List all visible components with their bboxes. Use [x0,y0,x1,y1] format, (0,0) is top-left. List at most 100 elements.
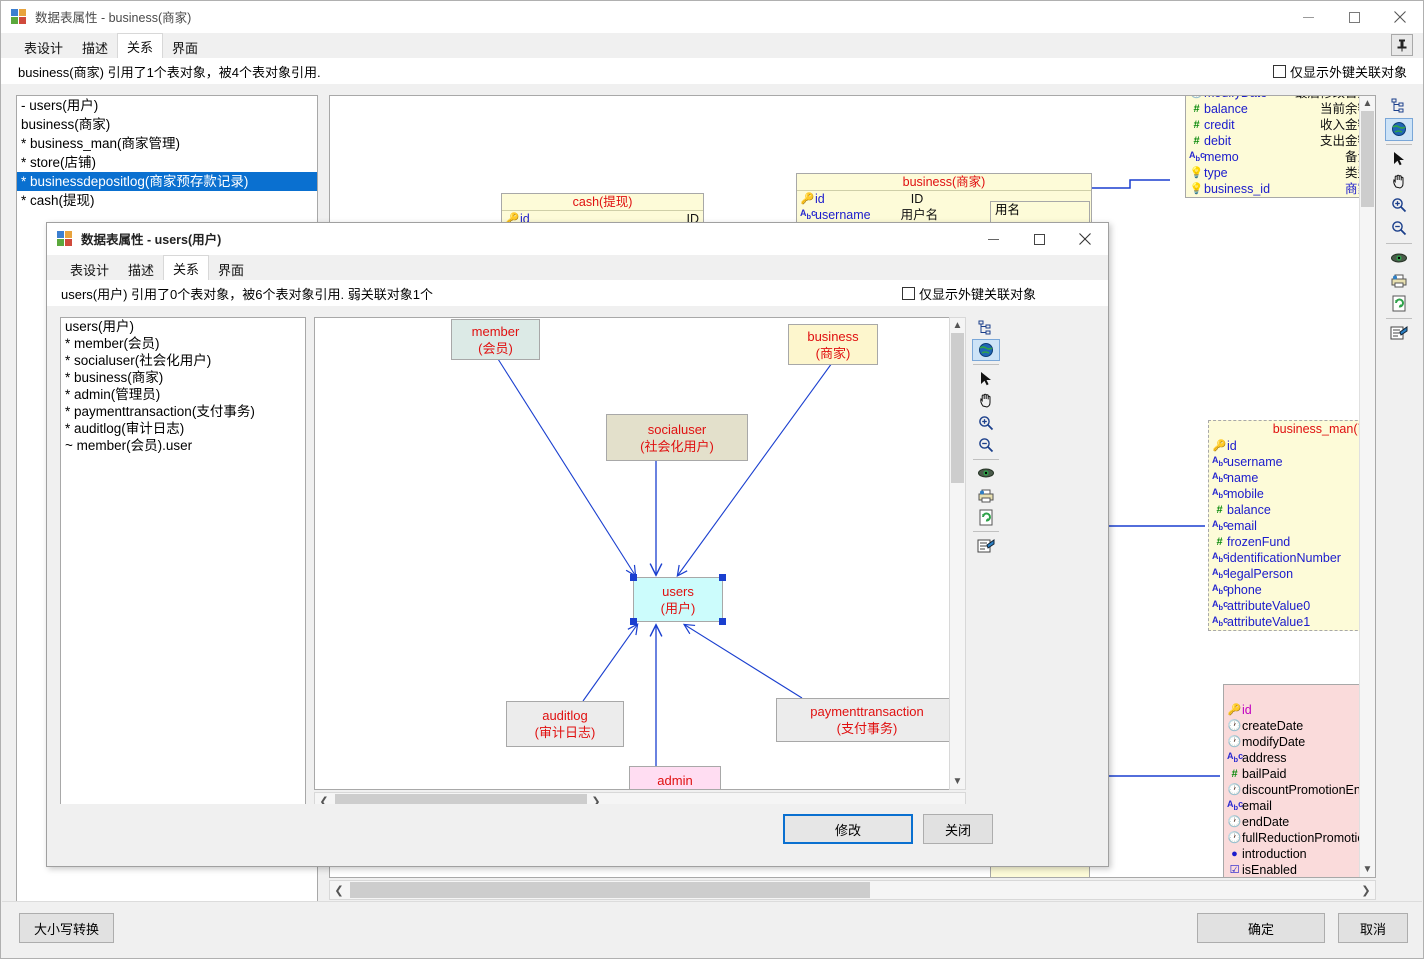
tab-description[interactable]: 描述 [72,36,118,58]
tab-interface[interactable]: 界面 [162,36,208,58]
zoom-out-icon[interactable] [1385,217,1413,240]
er-field: Abc memo 备注 [1186,149,1374,165]
hand-icon[interactable] [972,390,1000,412]
tree-item[interactable]: * business(商家) [61,369,305,386]
printer-icon[interactable] [1385,269,1413,292]
er-table-title: s [1224,685,1375,702]
dialog-close-button[interactable]: 关闭 [923,814,993,844]
tree-layout-icon[interactable] [972,317,1000,339]
scroll-up-icon[interactable]: ▲ [1363,98,1373,109]
tree-item[interactable]: * auditlog(审计日志) [61,420,305,437]
cancel-button[interactable]: 取消 [1338,913,1408,943]
tab-relations[interactable]: 关系 [163,255,210,280]
app-icon [11,8,27,25]
case-convert-button[interactable]: 大小写转换 [19,913,114,943]
diagram-node-paymenttransaction[interactable]: paymenttransaction (支付事务) [776,698,958,742]
tab-interface[interactable]: 界面 [208,258,254,280]
dialog-fk-filter-checkbox[interactable]: 仅显示外键关联对象 [901,284,1036,303]
scroll-down-icon[interactable]: ▼ [1363,864,1373,875]
tree-item[interactable]: users(用户) [61,318,305,335]
tree-item[interactable]: * socialuser(社会化用户) [61,352,305,369]
scroll-thumb[interactable] [1361,111,1374,207]
pointer-icon[interactable] [1385,148,1413,171]
dialog-relations-tree[interactable]: users(用户) * member(会员) * socialuser(社会化用… [60,317,306,810]
date-icon: 🕐 [1227,816,1242,828]
pointer-icon[interactable] [972,368,1000,390]
globe-icon[interactable] [1385,117,1413,142]
minimize-icon[interactable] [970,223,1016,255]
tree-layout-icon[interactable] [1385,95,1413,118]
node-name: users [662,583,694,599]
tab-table-design[interactable]: 表设计 [14,36,73,58]
er-field: # balance 当前余额 [1186,101,1374,117]
tree-item[interactable]: * paymenttransaction(支付事务) [61,403,305,420]
eye-icon[interactable] [972,463,1000,485]
close-icon[interactable] [1062,223,1108,255]
scroll-down-icon[interactable]: ▼ [953,776,963,787]
zoom-out-icon[interactable] [972,434,1000,456]
er-field: Abc mobile [1209,486,1372,502]
globe-icon[interactable] [972,338,1000,362]
maximize-icon[interactable] [1331,1,1377,33]
ok-button[interactable]: 确定 [1197,913,1325,943]
er-field: 🔑 id [1212,439,1237,453]
main-canvas-hscrollbar[interactable]: ❮ ❯ [329,880,1376,900]
maximize-icon[interactable] [1016,223,1062,255]
er-field: Abc address [1224,750,1375,766]
resize-handle[interactable] [719,618,726,625]
scroll-left-icon[interactable]: ❮ [330,884,348,897]
hand-icon[interactable] [1385,171,1413,194]
tab-table-design[interactable]: 表设计 [60,258,119,280]
scroll-thumb[interactable] [951,333,964,483]
refresh-icon[interactable] [972,506,1000,528]
er-table-businessdepositlog[interactable]: 🕐 modifyDate 最后修改日期 # balance 当前余额 # cre… [1185,96,1375,198]
er-field: # debit 支出金额 [1186,133,1374,149]
zoom-in-icon[interactable] [1385,194,1413,217]
resize-handle[interactable] [630,618,637,625]
properties-icon[interactable] [972,535,1000,557]
tree-item[interactable]: business(商家) [17,115,317,134]
tab-relations[interactable]: 关系 [117,33,164,58]
resize-handle[interactable] [630,574,637,581]
node-name: admin [657,772,693,788]
tree-item[interactable]: * cash(提现) [17,191,317,210]
er-field: Abc identificationNumber [1209,550,1372,566]
scroll-thumb[interactable] [350,882,870,898]
tree-item[interactable]: ~ member(会员).user [61,437,305,454]
zoom-in-icon[interactable] [972,412,1000,434]
eye-icon[interactable] [1385,246,1413,269]
modify-button[interactable]: 修改 [783,814,913,844]
tree-item[interactable]: * member(会员) [61,335,305,352]
diagram-node-admin[interactable]: admin (管理员) [629,766,721,789]
main-canvas-vscrollbar[interactable]: ▲ ▼ [1359,96,1375,877]
refresh-icon[interactable] [1385,292,1413,315]
dialog-er-canvas[interactable]: member (会员) business (商家) socialuser (社会… [314,317,964,790]
printer-icon[interactable] [972,484,1000,506]
er-field: 💡 type 类型 [1189,166,1370,180]
er-table-store[interactable]: s 🔑id 🕐createDate 🕐modifyDate Abcaddress… [1223,684,1375,877]
tree-item[interactable]: * admin(管理员) [61,386,305,403]
diagram-node-socialuser[interactable]: socialuser (社会化用户) [606,414,748,461]
resize-handle[interactable] [719,574,726,581]
date-icon: 🕐 [1227,720,1242,732]
text-icon: Abc [1212,519,1229,532]
tree-item[interactable]: * store(店铺) [17,153,317,172]
er-table-business-man[interactable]: business_man(商 🔑 id Abc username Abc name A… [1208,420,1373,631]
tree-item[interactable]: - users(用户) [17,96,317,115]
tree-item-selected[interactable]: * businessdepositlog(商家预存款记录) [17,172,317,191]
properties-icon[interactable] [1385,322,1413,345]
main-fk-filter-checkbox[interactable]: 仅显示外键关联对象 [1272,62,1407,81]
scroll-right-icon[interactable]: ❯ [1357,884,1375,897]
diagram-node-member[interactable]: member (会员) [451,319,540,360]
pin-icon[interactable] [1391,34,1413,56]
dialog-canvas-vscrollbar[interactable]: ▲ ▼ [949,317,966,790]
diagram-node-users-selected[interactable]: users (用户) [630,574,726,625]
minimize-icon[interactable] [1285,1,1331,33]
scroll-up-icon[interactable]: ▲ [953,320,963,331]
diagram-node-auditlog[interactable]: auditlog (审计日志) [506,701,624,747]
er-field: 🕐 discountPromotionEn [1227,783,1361,797]
diagram-node-business[interactable]: business (商家) [788,324,878,365]
tab-description[interactable]: 描述 [118,258,164,280]
close-icon[interactable] [1377,1,1423,33]
tree-item[interactable]: * business_man(商家管理) [17,134,317,153]
